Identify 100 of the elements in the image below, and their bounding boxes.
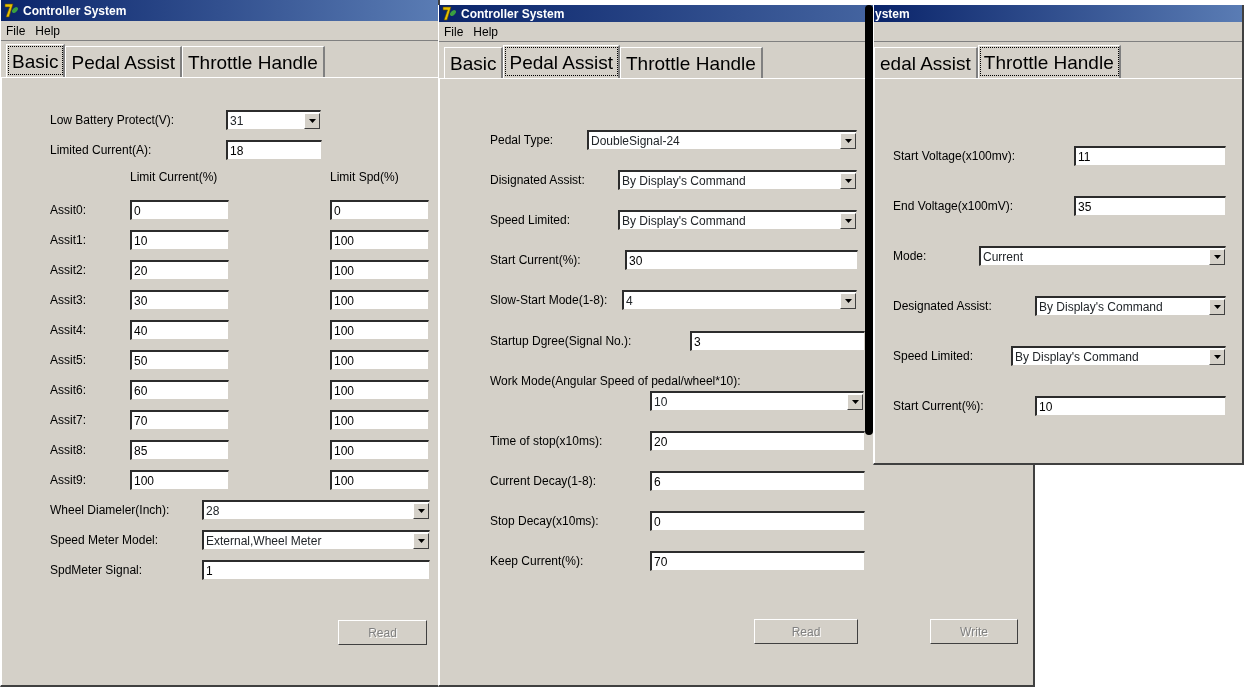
caret-icon [851,399,859,404]
text-field[interactable]: 30 [625,250,858,270]
menu-item[interactable]: File [6,21,26,40]
field-label: Low Battery Protect(V): [50,112,176,129]
text-field[interactable]: 70 [650,551,865,571]
field-label: Speed Limited: [490,212,572,229]
field-label: Slow-Start Mode(1-8): [490,292,609,309]
text-field[interactable]: 100 [330,320,429,340]
field-label: Work Mode(Angular Speed of pedal/wheel*10): [490,373,741,390]
text-field[interactable]: 20 [650,431,865,451]
field-label: Startup Dgree(Signal No.): [490,333,633,350]
text-field[interactable]: 3 [690,331,865,351]
column-heading: Limit Current(%) [130,169,219,186]
dropdown-field[interactable]: Current [979,246,1226,266]
dropdown-field[interactable]: 10 [650,391,864,411]
text-field[interactable]: 100 [130,470,229,490]
field-label: Assit0: [50,202,87,219]
button: Write [930,619,1018,644]
text-field[interactable]: 100 [330,440,429,460]
caret-icon [844,298,852,303]
window-title: Controller System [23,2,127,20]
window-title: ystem [875,5,910,23]
window-title: Controller System [461,5,565,23]
field-label: Assit5: [50,352,87,369]
text-field[interactable]: 100 [330,230,429,250]
text-field[interactable]: 1 [202,560,430,580]
field-label: Stop Decay(x10ms): [490,513,600,530]
field-label: Keep Current(%): [490,553,585,570]
text-field[interactable]: 60 [130,380,229,400]
button: Read [754,619,858,644]
field-label: Assit2: [50,262,87,279]
text-field[interactable]: 100 [330,350,429,370]
text-field[interactable]: 6 [650,471,865,491]
field-label: Pedal Type: [490,132,555,149]
field-label: Assit1: [50,232,87,249]
tab[interactable]: Throttle Handle [977,45,1121,78]
field-label: Designated Assist: [893,298,993,315]
field-label: Start Current(%): [490,252,582,269]
text-field[interactable]: 18 [226,140,322,160]
field-label: Start Current(%): [893,398,985,415]
field-label: Assit9: [50,472,87,489]
caret-icon [308,118,316,123]
menu-item[interactable]: Help [35,21,61,40]
logo-icon [442,6,458,21]
field-label: Current Decay(1-8): [490,473,598,490]
field-label: Mode: [893,248,928,265]
tab[interactable]: Throttle Handle [181,46,325,77]
text-field[interactable]: 100 [330,470,429,490]
menu-item[interactable]: Help [473,22,499,41]
text-field[interactable]: 0 [650,511,865,531]
field-label: Time of stop(x10ms): [490,433,604,450]
dropdown-field[interactable]: External,Wheel Meter [202,530,430,550]
dropdown-field[interactable]: 28 [202,500,430,520]
caret-icon [844,138,852,143]
text-field[interactable]: 70 [130,410,229,430]
field-label: End Voltage(x100mV): [893,198,1015,215]
field-label: Disignated Assist: [490,172,586,189]
tab[interactable]: Basic [6,44,66,77]
dropdown-field[interactable]: 31 [226,110,321,130]
text-field[interactable]: 85 [130,440,229,460]
tab[interactable]: Throttle Handle [619,47,763,78]
text-field[interactable]: 11 [1074,146,1226,166]
tab[interactable]: Pedal Assist [503,45,620,78]
text-field[interactable]: 40 [130,320,229,340]
field-label: Speed Limited: [893,348,975,365]
tab[interactable]: Pedal Assist [65,46,182,77]
caret-icon [844,218,852,223]
dropdown-field[interactable]: By Display's Command [618,210,857,230]
text-field[interactable]: 100 [330,260,429,280]
text-field[interactable]: 35 [1074,196,1226,216]
text-field[interactable]: 100 [330,380,429,400]
text-field[interactable]: 10 [1035,396,1226,416]
tab[interactable]: Basic [444,47,504,78]
logo-icon [4,3,20,18]
text-field[interactable]: 100 [330,410,429,430]
text-field[interactable]: 10 [130,230,229,250]
text-field[interactable]: 50 [130,350,229,370]
dropdown-field[interactable]: By Display's Command [618,170,857,190]
button: Read [338,620,427,645]
column-heading: Limit Spd(%) [330,169,400,186]
tab[interactable]: edal Assist [874,47,978,78]
dropdown-field[interactable]: 4 [622,290,857,310]
field-label: Start Voltage(x100mv): [893,148,1017,165]
field-label: Limited Current(A): [50,142,153,159]
menu-item[interactable]: File [444,22,464,41]
caret-icon [1213,304,1221,309]
caret-icon [1213,354,1221,359]
caret-icon [844,178,852,183]
dropdown-field[interactable]: DoubleSignal-24 [587,130,857,150]
text-field[interactable]: 100 [330,290,429,310]
field-label: Assit4: [50,322,87,339]
caret-icon [417,508,425,513]
dropdown-field[interactable]: By Display's Command [1035,296,1226,316]
text-field[interactable]: 0 [130,200,229,220]
text-field[interactable]: 20 [130,260,229,280]
text-field[interactable]: 30 [130,290,229,310]
field-label: SpdMeter Signal: [50,562,144,579]
field-label: Speed Meter Model: [50,532,160,549]
text-field[interactable]: 0 [330,200,429,220]
dropdown-field[interactable]: By Display's Command [1011,346,1226,366]
